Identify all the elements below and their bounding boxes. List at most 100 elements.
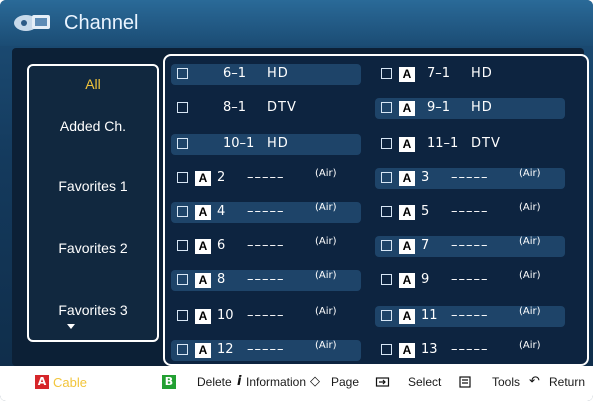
select-button[interactable]: Select [408,374,441,391]
antenna-badge: A [399,343,415,358]
cable-button[interactable]: Cable [53,374,87,391]
antenna-badge: A [399,171,415,186]
channel-row[interactable]: A 9–1 HD [375,98,565,119]
channel-name: ––––– [247,342,285,357]
channel-name: ––––– [451,170,489,185]
channel-number: 6–1 [223,66,247,81]
channel-row[interactable]: A 3 ––––– (Air) [375,168,565,189]
channel-name: DTV [267,100,297,115]
antenna-badge: A [399,67,415,82]
channel-checkbox[interactable] [177,344,188,355]
return-icon: ↶ [529,374,540,389]
channel-checkbox[interactable] [381,344,392,355]
channel-name: HD [471,66,493,81]
channel-checkbox[interactable] [177,138,188,149]
channel-checkbox[interactable] [177,240,188,251]
channel-row[interactable]: A 9 ––––– (Air) [375,270,565,291]
channel-row[interactable]: 6–1 HD [171,64,361,85]
channel-checkbox[interactable] [381,102,392,113]
channel-checkbox[interactable] [381,274,392,285]
channel-checkbox[interactable] [177,172,188,183]
channel-name: HD [267,136,289,151]
channel-name: HD [471,100,493,115]
page-updown-icon: ◇ [310,374,320,389]
channel-number: 8–1 [223,100,247,115]
channel-row[interactable]: A 11–1 DTV [375,134,565,155]
tools-button[interactable]: Tools [492,374,520,391]
channel-checkbox[interactable] [381,240,392,251]
antenna-badge: A [399,273,415,288]
channel-source: (Air) [519,340,541,351]
channel-checkbox[interactable] [381,68,392,79]
channel-row[interactable]: A 12 ––––– (Air) [171,340,361,361]
channel-row[interactable]: A 2 ––––– (Air) [171,168,361,189]
channel-checkbox[interactable] [177,68,188,79]
channel-name: ––––– [451,308,489,323]
channel-source: (Air) [519,270,541,281]
channel-name: ––––– [451,342,489,357]
channel-source: (Air) [315,340,337,351]
information-button[interactable]: Information [246,374,306,391]
channel-number: 6 [217,238,226,253]
channel-checkbox[interactable] [381,138,392,149]
channel-name: ––––– [451,272,489,287]
channel-checkbox[interactable] [177,310,188,321]
channel-checkbox[interactable] [381,206,392,217]
channel-source: (Air) [315,306,337,317]
channel-source: (Air) [315,270,337,281]
antenna-badge: A [195,205,211,220]
delete-button[interactable]: Delete [197,374,232,391]
channel-source: (Air) [519,236,541,247]
channel-source: (Air) [315,236,337,247]
channel-number: 2 [217,170,226,185]
channel-name: ––––– [247,204,285,219]
channel-filter-sidebar: All Added Ch. Favorites 1 Favorites 2 Fa… [27,64,159,342]
antenna-badge: A [195,343,211,358]
channel-source: (Air) [519,168,541,179]
channel-checkbox[interactable] [381,172,392,183]
channel-row[interactable]: A 11 ––––– (Air) [375,306,565,327]
channel-name: ––––– [247,170,285,185]
channel-row[interactable]: 10–1 HD [171,134,361,155]
antenna-badge: A [399,137,415,152]
channel-checkbox[interactable] [177,274,188,285]
channel-row[interactable]: A 13 ––––– (Air) [375,340,565,361]
channel-number: 11 [421,308,438,323]
page-title: Channel [64,12,139,34]
channel-name: DTV [471,136,501,151]
sidebar-item-added[interactable]: Added Ch. [29,118,157,134]
channel-checkbox[interactable] [381,310,392,321]
sidebar-item-favorites-3[interactable]: Favorites 3 [29,302,157,318]
channel-name: ––––– [451,204,489,219]
channel-row[interactable]: A 8 ––––– (Air) [171,270,361,291]
channel-row[interactable]: A 7–1 HD [375,64,565,85]
channel-source: (Air) [519,202,541,213]
channel-row[interactable]: A 10 ––––– (Air) [171,306,361,327]
select-enter-icon [375,377,390,387]
channel-row[interactable]: A 6 ––––– (Air) [171,236,361,257]
channel-number: 7 [421,238,430,253]
return-button[interactable]: Return [549,374,585,391]
tools-icon [459,376,471,388]
title-bar: Channel [0,0,593,46]
channel-checkbox[interactable] [177,206,188,217]
channel-number: 7–1 [427,66,451,81]
page-button[interactable]: Page [331,374,359,391]
channel-number: 5 [421,204,430,219]
channel-row[interactable]: A 4 ––––– (Air) [171,202,361,223]
antenna-badge: A [195,171,211,186]
channel-number: 9 [421,272,430,287]
channel-number: 8 [217,272,226,287]
channel-number: 9–1 [427,100,451,115]
sidebar-item-favorites-2[interactable]: Favorites 2 [29,240,157,256]
red-key-icon: A [35,375,49,389]
channel-row[interactable]: A 5 ––––– (Air) [375,202,565,223]
channel-row[interactable]: 8–1 DTV [171,98,361,119]
sidebar-item-all[interactable]: All [29,76,157,92]
channel-checkbox[interactable] [177,102,188,113]
scroll-down-icon[interactable] [67,324,75,329]
channel-row[interactable]: A 7 ––––– (Air) [375,236,565,257]
channel-source: (Air) [315,202,337,213]
antenna-badge: A [399,101,415,116]
sidebar-item-favorites-1[interactable]: Favorites 1 [29,178,157,194]
